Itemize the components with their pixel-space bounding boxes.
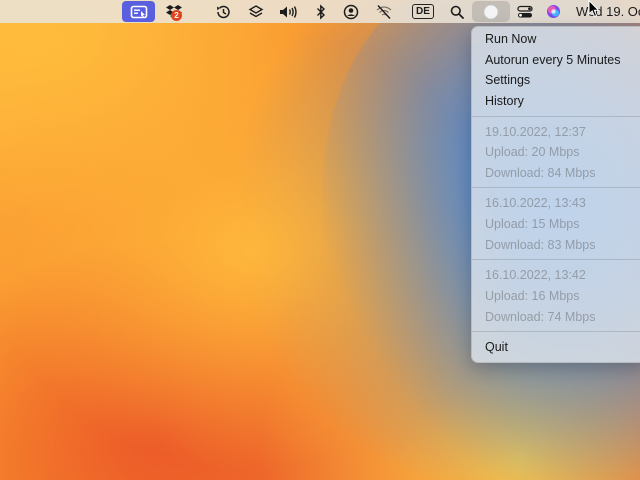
history-timestamp: 19.10.2022, 12:37 bbox=[485, 125, 586, 139]
time-machine-icon[interactable] bbox=[212, 0, 234, 23]
quit-menu-item[interactable]: Quit bbox=[485, 338, 508, 356]
menu-separator bbox=[472, 116, 640, 117]
history-download: Download: 74 Mbps bbox=[485, 310, 596, 324]
desktop: 2 DE 19. O Run Now Autorun every 5 Minut… bbox=[0, 0, 640, 480]
menu-separator bbox=[472, 331, 640, 332]
history-upload: Upload: 15 Mbps bbox=[485, 217, 580, 231]
screen-capture-icon[interactable] bbox=[122, 1, 155, 22]
user-icon[interactable] bbox=[341, 0, 361, 23]
input-language-label: DE bbox=[412, 4, 434, 19]
menu-separator bbox=[472, 259, 640, 260]
menu-separator bbox=[472, 187, 640, 188]
layers-icon[interactable] bbox=[245, 0, 267, 23]
autorun-menu-item[interactable]: Autorun every 5 Minutes bbox=[485, 51, 621, 69]
speedtest-app-icon[interactable] bbox=[472, 1, 510, 22]
history-upload: Upload: 20 Mbps bbox=[485, 145, 580, 159]
mouse-cursor-icon bbox=[588, 0, 600, 23]
speedtest-dropdown-menu: Run Now Autorun every 5 Minutes Settings… bbox=[471, 26, 640, 363]
dropbox-badge: 2 bbox=[171, 10, 182, 21]
spotlight-search-icon[interactable] bbox=[447, 0, 467, 23]
keyboard-language-icon[interactable]: DE bbox=[410, 0, 436, 23]
history-timestamp: 16.10.2022, 13:42 bbox=[485, 268, 586, 282]
siri-icon[interactable] bbox=[543, 0, 563, 23]
volume-icon[interactable] bbox=[277, 0, 299, 23]
history-upload: Upload: 16 Mbps bbox=[485, 289, 580, 303]
history-download: Download: 84 Mbps bbox=[485, 166, 596, 180]
settings-menu-item[interactable]: Settings bbox=[485, 71, 530, 89]
dropbox-icon[interactable]: 2 bbox=[162, 0, 186, 23]
run-now-menu-item[interactable]: Run Now bbox=[485, 30, 536, 48]
bluetooth-icon[interactable] bbox=[312, 0, 330, 23]
history-timestamp: 16.10.2022, 13:43 bbox=[485, 196, 586, 210]
menu-bar-clock[interactable]: Wed 19. Oct bbox=[576, 0, 640, 23]
control-center-icon[interactable] bbox=[515, 0, 535, 23]
history-menu-item[interactable]: History bbox=[485, 92, 524, 110]
menu-bar: 2 DE 19. O bbox=[0, 0, 640, 23]
wifi-off-icon[interactable] bbox=[374, 0, 394, 23]
history-download: Download: 83 Mbps bbox=[485, 238, 596, 252]
